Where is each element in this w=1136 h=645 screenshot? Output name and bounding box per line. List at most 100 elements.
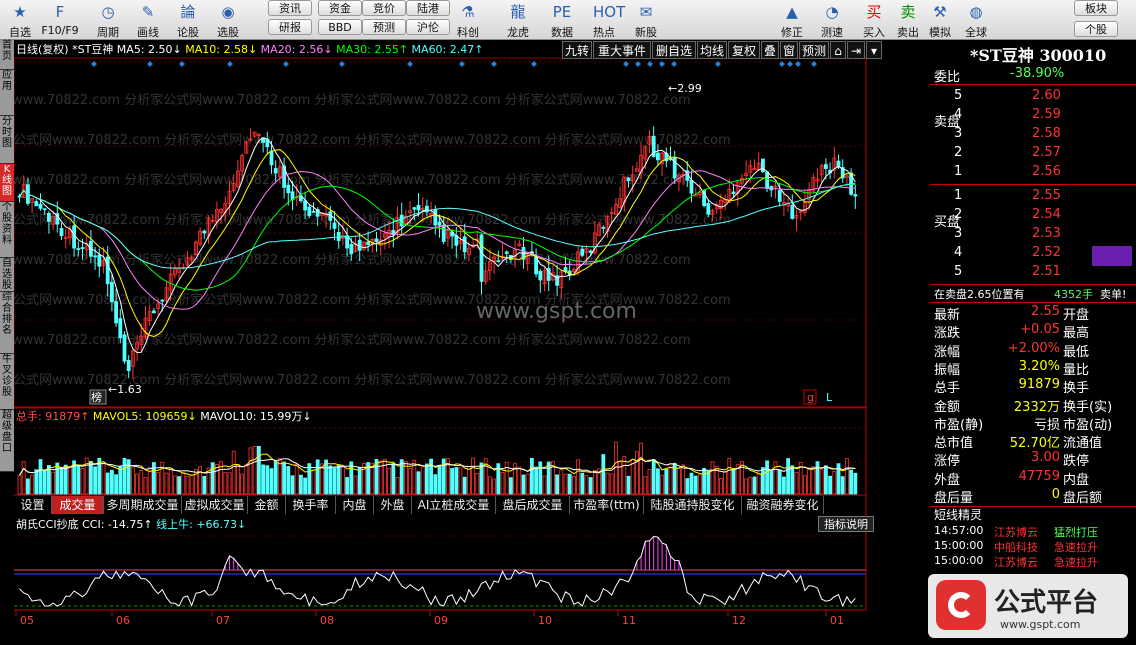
indicator-help-button[interactable]: 指标说明 — [818, 516, 874, 532]
volume-bar — [198, 466, 203, 495]
sidebar-item-5[interactable]: 自选股 — [0, 258, 14, 292]
volume-bar — [588, 477, 593, 495]
tab-5[interactable]: 换手率 — [286, 496, 336, 514]
volume-bar — [433, 474, 438, 495]
tab-9[interactable]: 盘后成交量 — [496, 496, 570, 514]
volume-bar — [424, 463, 429, 495]
sidebar-item-1[interactable]: 应用 — [0, 70, 14, 116]
stat-label-right: 换手(实) — [1063, 399, 1113, 415]
stat-value: 2332万 — [1013, 399, 1060, 415]
sidebar-item-7[interactable]: 牛叉诊股 — [0, 354, 14, 410]
toolbar-draw-button[interactable]: ✎ 画线 — [128, 0, 168, 40]
volume-bar — [21, 461, 26, 495]
pill-button-2-0[interactable]: 板块 — [1074, 0, 1118, 16]
wizard-stock[interactable]: 江苏博云 — [994, 554, 1038, 570]
clock-icon: ◷ — [101, 3, 115, 21]
candle-body — [538, 270, 543, 281]
stat-label: 盘后量 — [934, 491, 974, 506]
toolbar-data-button[interactable]: PE 数据 — [542, 0, 582, 40]
volume-bar — [702, 468, 706, 495]
toolbar-new-stock-button[interactable]: ✉ 新股 — [626, 0, 666, 40]
tab-1[interactable]: 成交量 — [52, 496, 104, 514]
sidebar-item-3[interactable]: K线图 — [0, 164, 14, 202]
draw-icon: ✎ — [141, 3, 155, 21]
volume-bar — [303, 477, 308, 495]
menu-1[interactable]: 重大事件 — [593, 41, 651, 59]
pill-button-1-1[interactable]: BBD — [318, 19, 362, 35]
tab-8[interactable]: AI立桩成交量 — [412, 496, 496, 514]
menu-7[interactable]: 预测 — [799, 41, 829, 59]
toolbar-simulate-button[interactable]: ⚒ 模拟 — [920, 0, 960, 40]
volume-bar — [294, 464, 299, 495]
event-marker — [147, 61, 153, 67]
menu-3[interactable]: 均线 — [697, 41, 727, 59]
toolbar-globe-button[interactable]: ◍ 全球 — [956, 0, 996, 40]
menu-2[interactable]: 删自选 — [652, 41, 696, 59]
tab-6[interactable]: 内盘 — [336, 496, 374, 514]
toolbar-correct-button[interactable]: ▲ 修正 — [772, 0, 812, 40]
pill-button-1-3[interactable]: 沪伦 — [406, 19, 450, 35]
stat-label: 涨停 — [934, 454, 961, 470]
toolbar-f10-button[interactable]: F F10/F9 — [40, 0, 80, 40]
menu-4[interactable]: 复权 — [728, 41, 760, 59]
sidebar-item-0[interactable]: 首页 — [0, 40, 14, 70]
pill-button-0-3[interactable]: 陆港 — [406, 0, 450, 16]
pill-button-1-0[interactable]: 研报 — [268, 19, 312, 35]
sidebar-item-6[interactable]: 综合排名 — [0, 292, 14, 354]
sell-level: 5 — [954, 88, 963, 103]
candle-body — [399, 214, 404, 227]
volume-bar — [25, 478, 30, 495]
sidebar-item-8[interactable]: 超级盘口 — [0, 410, 14, 472]
volume-bar — [298, 474, 303, 495]
pin-icon[interactable]: ⇥ — [847, 41, 865, 59]
toolbar-clock-button[interactable]: ◷ 周期 — [88, 0, 128, 40]
menu-6[interactable]: 窗 — [780, 41, 798, 59]
pill-button-2-1[interactable]: 个股 — [1074, 21, 1118, 37]
tab-3[interactable]: 虚拟成交量 — [182, 496, 248, 514]
toolbar-sci-button[interactable]: ⚗ 科创 — [448, 0, 488, 40]
ma30-label: MA30: 2.55↑ — [336, 43, 409, 56]
tab-10[interactable]: 市盈率(ttm) — [570, 496, 644, 514]
menu-0[interactable]: 九转 — [562, 41, 592, 59]
stat-label: 涨跌 — [934, 326, 961, 342]
stat-label: 总手 — [934, 381, 961, 397]
pill-button-0-2[interactable]: 竞价 — [362, 0, 406, 16]
dropdown-icon[interactable]: ▾ — [866, 41, 882, 59]
toolbar-star-button[interactable]: ★ 自选 — [0, 0, 40, 40]
volume-bar — [698, 474, 702, 495]
toolbar-select-stock-button[interactable]: ◉ 选股 — [208, 0, 248, 40]
x-tick-label: 12 — [732, 614, 746, 627]
pill-button-0-1[interactable]: 资金 — [318, 0, 362, 16]
tab-12[interactable]: 融资融券变化 — [742, 496, 824, 514]
stat-label-right: 最高 — [1063, 326, 1090, 342]
kline-chart-area[interactable]: 3.122.732.341.95分析家公式网www.70822.com 分析家公… — [0, 40, 921, 642]
menu-5[interactable]: 叠 — [761, 41, 779, 59]
wizard-stock[interactable]: 江苏博云 — [994, 524, 1038, 540]
toolbar-hot-button[interactable]: HOT 热点 — [584, 0, 625, 40]
pill-button-1-2[interactable]: 预测 — [362, 19, 406, 35]
sidebar-item-2[interactable]: 分时图 — [0, 116, 14, 164]
ma20-label: MA20: 2.56↓ — [260, 43, 333, 56]
candle-body — [286, 184, 291, 194]
high-price-label: ←2.99 — [668, 82, 702, 95]
pill-button-0-0[interactable]: 资讯 — [268, 0, 312, 16]
volume-bar — [59, 466, 64, 495]
volume-bar — [677, 468, 681, 495]
toolbar-dragon-tiger-button[interactable]: 龍龙虎 — [498, 0, 538, 40]
sidebar-item-4[interactable]: 个股资料 — [0, 202, 14, 258]
sell-price: 2.59 — [1032, 107, 1061, 122]
toolbar-discuss-button[interactable]: 論论股 — [168, 0, 208, 40]
volume-bar — [605, 472, 610, 495]
toolbar-speed-button[interactable]: ◔ 测速 — [812, 0, 852, 40]
tab-7[interactable]: 外盘 — [374, 496, 412, 514]
toolbar-label: 论股 — [177, 26, 199, 39]
tab-11[interactable]: 陆股通持股变化 — [644, 496, 742, 514]
tab-4[interactable]: 金额 — [248, 496, 286, 514]
tab-0[interactable]: 设置 — [14, 496, 52, 514]
volume-bar — [416, 471, 421, 495]
buy-level: 2 — [954, 207, 963, 222]
tab-2[interactable]: 多周期成交量 — [104, 496, 182, 514]
wizard-stock[interactable]: 中船科技 — [994, 539, 1038, 555]
home-icon[interactable]: ⌂ — [830, 41, 846, 59]
quote-panel: *ST豆神 300010 委比 -38.90% 卖盘 5 2.60 4 2.59 3 2.58 2… — [930, 40, 1136, 642]
